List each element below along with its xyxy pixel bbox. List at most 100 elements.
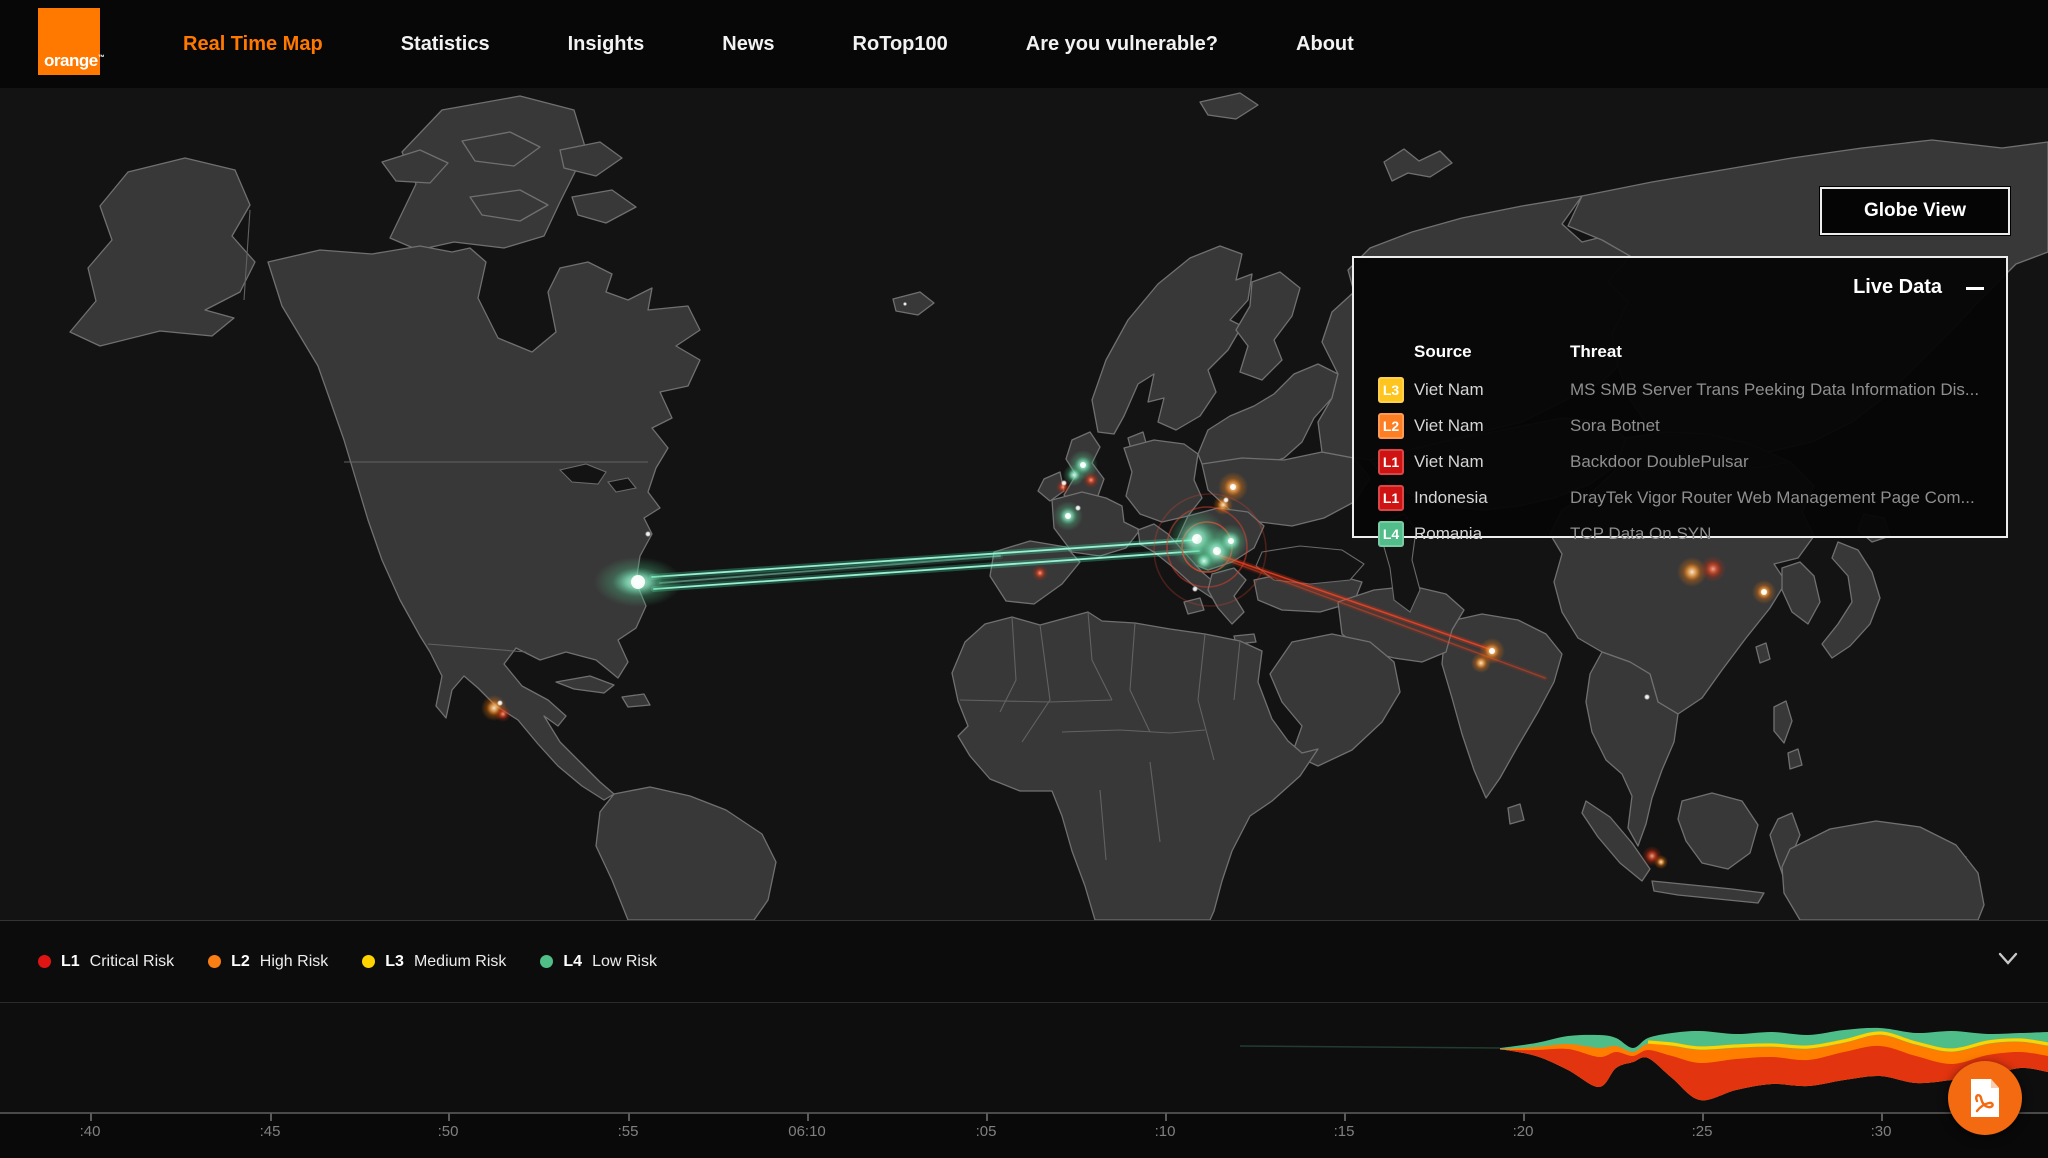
legend-label: Critical Risk xyxy=(90,953,174,971)
live-data-row: L2 Viet NamSora Botnet xyxy=(1354,408,2006,444)
threat-marker-l2 xyxy=(1213,495,1233,515)
city-dot xyxy=(645,531,651,537)
threat-column-header: Threat xyxy=(1570,342,2006,362)
legend-label: Low Risk xyxy=(592,953,657,971)
nav-item-about[interactable]: About xyxy=(1296,33,1354,56)
risk-level-badge: L3 xyxy=(1378,377,1404,403)
axis-tick-label: :55 xyxy=(618,1123,639,1140)
legend-code: L2 xyxy=(231,953,250,971)
threat-marker-core xyxy=(1228,538,1234,544)
orange-logo[interactable]: orange™ xyxy=(38,8,100,75)
landmass xyxy=(622,694,650,707)
threat-name: Backdoor DoublePulsar xyxy=(1570,452,2006,472)
axis-tick xyxy=(628,1113,630,1121)
threat-marker-core xyxy=(1761,589,1767,595)
city-dot xyxy=(1223,497,1229,503)
minus-icon[interactable] xyxy=(1966,280,1984,296)
axis-tick xyxy=(1702,1113,1704,1121)
city-dot xyxy=(1075,505,1081,511)
pdf-export-button[interactable] xyxy=(1948,1061,2022,1135)
top-nav-bar: orange™ Real Time Map Statistics Insights N… xyxy=(0,0,2048,88)
threat-marker-core xyxy=(1065,513,1071,519)
attack-timeline-strip[interactable] xyxy=(0,1003,2048,1113)
legend-code: L1 xyxy=(61,953,80,971)
threat-source: Viet Nam xyxy=(1414,380,1570,400)
risk-level-badge: L2 xyxy=(1378,413,1404,439)
stream-baseline xyxy=(1240,1046,1500,1048)
legend-item-l2: L2 High Risk xyxy=(208,953,328,971)
nav-item-insights[interactable]: Insights xyxy=(568,33,645,56)
live-data-row: L1IndonesiaDrayTek Vigor Router Web Mana… xyxy=(1354,480,2006,516)
axis-tick-label: :20 xyxy=(1513,1123,1534,1140)
live-data-row: L1 Viet NamBackdoor DoublePulsar xyxy=(1354,444,2006,480)
nav-item-news[interactable]: News xyxy=(722,33,774,56)
risk-dot-icon xyxy=(362,955,375,968)
live-data-panel: Live Data Source Threat L3Viet NamMS SMB… xyxy=(1352,256,2008,538)
city-dot xyxy=(1061,480,1067,486)
threat-marker-l4 xyxy=(1191,548,1217,574)
globe-view-label: Globe View xyxy=(1864,200,1966,222)
threat-marker-l1 xyxy=(1083,472,1099,488)
threat-source: Viet Nam xyxy=(1414,416,1570,436)
risk-dot-icon xyxy=(38,955,51,968)
legend-label: High Risk xyxy=(260,953,328,971)
live-data-row: L4 RomaniaTCP Data On SYN xyxy=(1354,516,2006,552)
axis-tick-label: :05 xyxy=(976,1123,997,1140)
risk-dot-icon xyxy=(540,955,553,968)
risk-legend-bar: L1Critical RiskL2High RiskL3Medium RiskL… xyxy=(0,920,2048,1003)
legend-label: Medium Risk xyxy=(414,953,506,971)
pdf-icon xyxy=(1968,1077,2002,1119)
legend-item-l1: L1 Critical Risk xyxy=(38,953,174,971)
threat-marker-l2 xyxy=(1471,653,1491,673)
live-data-title: Live Data xyxy=(1853,276,1942,299)
globe-view-button[interactable]: Globe View xyxy=(1820,187,2010,235)
axis-tick-label: :50 xyxy=(438,1123,459,1140)
nav-item-real-time-map[interactable]: Real Time Map xyxy=(183,33,323,56)
live-data-rows: L3Viet NamMS SMB Server Trans Peeking Da… xyxy=(1354,372,2006,552)
threat-marker-l1 xyxy=(1700,556,1726,582)
threat-source: Viet Nam xyxy=(1414,452,1570,472)
axis-tick xyxy=(1881,1113,1883,1121)
time-axis: :40 :45 :50 :55 06:10 :05 :10 :15 :20 :25 :30 xyxy=(0,1112,2048,1158)
attack-volume-streamgraph xyxy=(0,1003,2048,1113)
axis-tick-label: :30 xyxy=(1871,1123,1892,1140)
legend-code: L3 xyxy=(385,953,404,971)
world-threat-map[interactable]: Globe View Live Data Source Threat L3 Vie… xyxy=(0,88,2048,920)
legend-code: L4 xyxy=(563,953,582,971)
axis-tick-label: :10 xyxy=(1155,1123,1176,1140)
legend-item-l4: L4 Low Risk xyxy=(540,953,657,971)
source-column-header: Source xyxy=(1414,342,1570,362)
nav-item-are-you-vulnerable-[interactable]: Are you vulnerable? xyxy=(1026,33,1218,56)
axis-tick-label: :40 xyxy=(80,1123,101,1140)
main-nav: Real Time Map Statistics Insights News RoTop… xyxy=(183,0,1354,88)
threat-marker-core xyxy=(1489,648,1495,654)
city-dot xyxy=(1192,586,1198,592)
axis-tick-label: :45 xyxy=(260,1123,281,1140)
live-data-header: Source Threat xyxy=(1354,342,2006,362)
risk-level-badge: L1 xyxy=(1378,485,1404,511)
threat-marker-core xyxy=(1230,484,1236,490)
legend-item-l3: L3 Medium Risk xyxy=(362,953,506,971)
axis-tick-label: 06:10 xyxy=(788,1123,826,1140)
risk-level-badge: L1 xyxy=(1378,449,1404,475)
threat-source: Romania xyxy=(1414,524,1570,544)
threat-name: Sora Botnet xyxy=(1570,416,2006,436)
city-dot xyxy=(903,302,907,306)
axis-tick xyxy=(90,1113,92,1121)
city-dot xyxy=(497,700,503,706)
axis-tick-label: :15 xyxy=(1334,1123,1355,1140)
live-data-row: L3 Viet NamMS SMB Server Trans Peeking Da… xyxy=(1354,372,2006,408)
risk-level-badge: L4 xyxy=(1378,521,1404,547)
axis-tick-label: :25 xyxy=(1692,1123,1713,1140)
threat-name: TCP Data On SYN xyxy=(1570,524,2006,544)
axis-tick xyxy=(986,1113,988,1121)
threat-marker-l2 xyxy=(1654,855,1668,869)
nav-item-rotop100[interactable]: RoTop100 xyxy=(853,33,948,56)
risk-dot-icon xyxy=(208,955,221,968)
threat-source: Indonesia xyxy=(1414,488,1570,508)
orange-logo-text: orange™ xyxy=(44,51,104,71)
chevron-down-icon[interactable] xyxy=(1996,949,2020,969)
axis-tick xyxy=(1523,1113,1525,1121)
nav-item-statistics[interactable]: Statistics xyxy=(401,33,490,56)
threat-name: MS SMB Server Trans Peeking Data Informa… xyxy=(1570,380,2006,400)
